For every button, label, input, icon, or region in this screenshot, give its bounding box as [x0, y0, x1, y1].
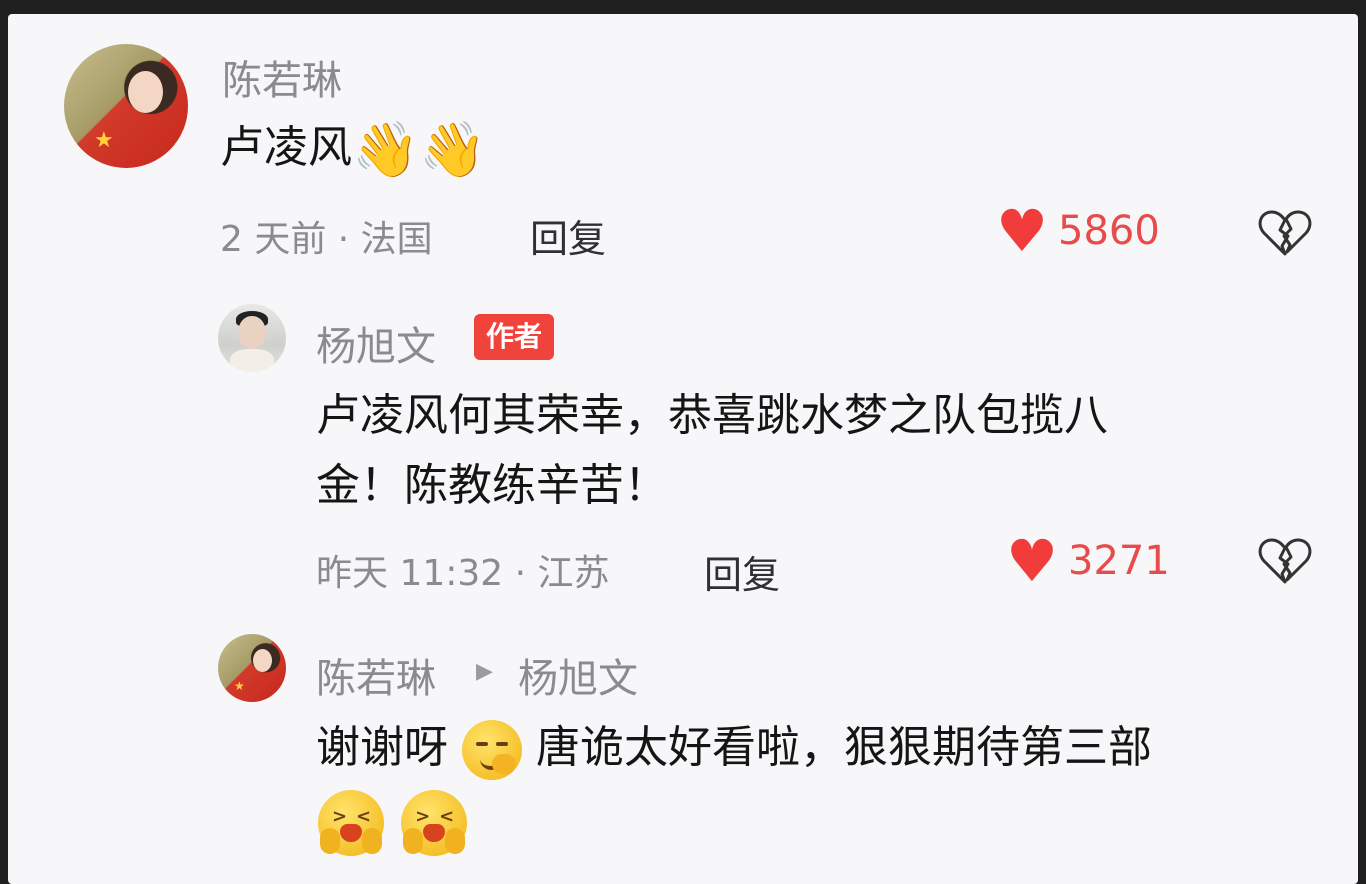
broken-heart-icon[interactable] [1258, 536, 1312, 586]
like-button[interactable]: ♥ 3271 [1006, 532, 1170, 590]
avatar[interactable]: ★ [64, 44, 188, 168]
reply-button[interactable]: 回复 [530, 208, 606, 263]
star-icon: ★ [234, 679, 245, 693]
comment-text: 卢凌风👋👋 [220, 118, 487, 181]
like-count: 3271 [1068, 538, 1170, 584]
avatar[interactable] [218, 304, 286, 372]
comment-panel: ★ 陈若琳 卢凌风👋👋 2 天前 · 法国 回复 ♥ 5860 杨旭文 作者 卢… [8, 14, 1358, 884]
comment-author[interactable]: 陈若琳 [222, 48, 342, 106]
laughing-emoji: > < [401, 790, 468, 856]
comment-author[interactable]: 杨旭文 [316, 314, 436, 372]
avatar[interactable]: ★ [218, 634, 286, 702]
waving-hand-emoji: 👋👋 [352, 118, 487, 181]
reply-arrow-icon: ▶ [476, 659, 493, 684]
like-button[interactable]: ♥ 5860 [996, 202, 1160, 260]
star-icon: ★ [94, 128, 114, 153]
smirk-emoji [462, 720, 522, 780]
comment-text: 金！陈教练辛苦！ [316, 460, 668, 511]
comment-text: 卢凌风何其荣幸，恭喜跳水梦之队包揽八 [316, 390, 1108, 441]
comment-meta: 2 天前 · 法国 [220, 219, 433, 260]
broken-heart-icon[interactable] [1258, 208, 1312, 258]
reply-button[interactable]: 回复 [704, 544, 780, 599]
emoji-row: > < > < [318, 790, 468, 856]
author-badge: 作者 [474, 314, 555, 360]
comment-meta: 昨天 11:32 · 江苏 [316, 553, 610, 594]
heart-icon: ♥ [996, 197, 1048, 265]
like-count: 5860 [1058, 208, 1160, 254]
comment-text: 谢谢呀 唐诡太好看啦，狠狠期待第三部 [316, 714, 1152, 782]
reply-to-name[interactable]: 杨旭文 [518, 646, 638, 704]
heart-icon: ♥ [1006, 527, 1058, 595]
comment-author[interactable]: 陈若琳 [316, 646, 436, 704]
laughing-emoji: > < [318, 790, 384, 856]
